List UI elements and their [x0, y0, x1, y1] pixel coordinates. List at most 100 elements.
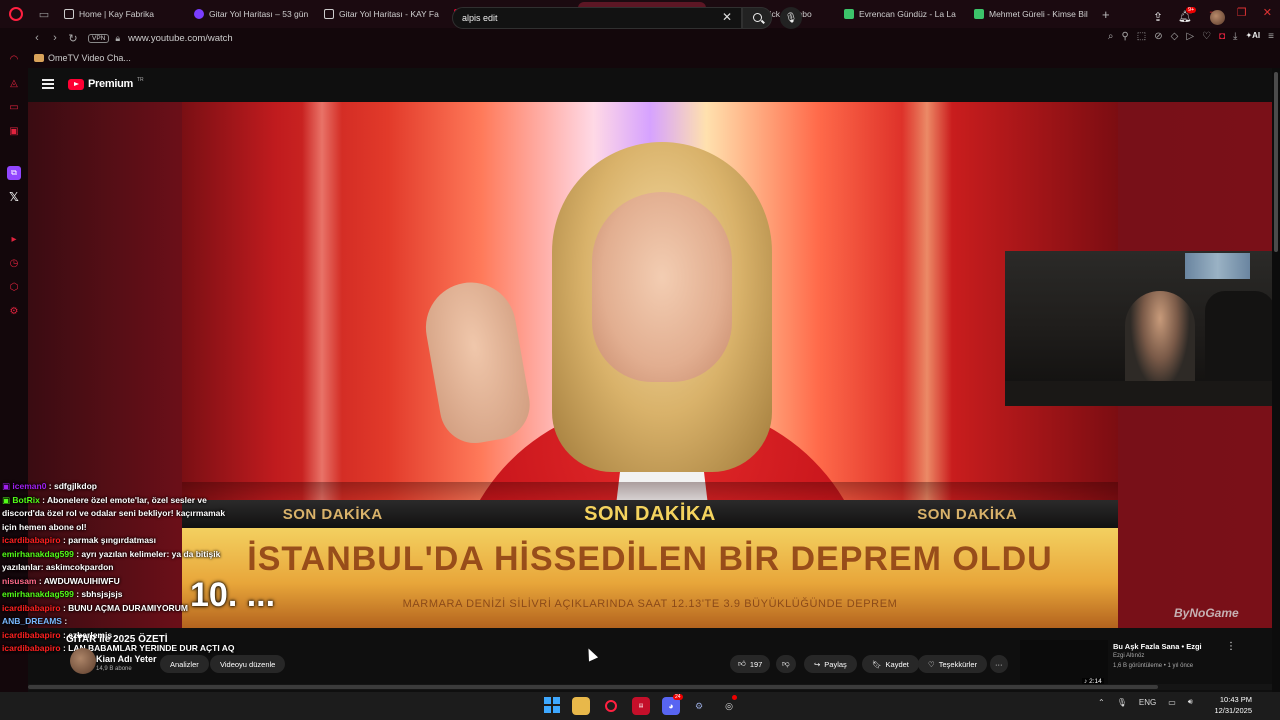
video-player[interactable]: SON DAKİKA SON DAKİKA SON DAKİKA İSTANBU… [182, 102, 1118, 628]
new-tab-button[interactable]: + [1102, 7, 1110, 22]
play-circle-icon[interactable]: ▸ [7, 232, 21, 246]
taskbar-clock[interactable]: 10:43 PM 12/31/2025 [1206, 694, 1252, 716]
recommended-title[interactable]: Bu Aşk Fazla Sana • Ezgi [1113, 642, 1202, 651]
lock-icon[interactable]: 🔒︎ [115, 33, 120, 44]
chat-separator: : [36, 575, 44, 586]
history-icon[interactable]: ◷ [7, 256, 21, 270]
dislike-button[interactable]: 👎︎ [776, 655, 796, 673]
play-icon[interactable]: ▷ [1186, 31, 1194, 42]
chat-username[interactable]: nisusam [2, 576, 37, 586]
browser-tab[interactable]: Gitar Yol Haritası - KAY Fa [318, 2, 446, 26]
browser-tab[interactable]: Mehmet Güreli - Kimse Bil [968, 2, 1096, 26]
upload-icon[interactable]: ⇪ [1153, 10, 1163, 24]
windows-start-button[interactable] [544, 697, 560, 713]
obs-studio-icon[interactable]: ▤ [632, 697, 650, 715]
thanks-button[interactable]: ♡ Teşekkürler [918, 655, 988, 673]
chat-username[interactable]: emirhanakdag599 [2, 589, 74, 599]
search-button[interactable] [742, 7, 772, 29]
save-label: Kaydet [885, 659, 909, 669]
channel-avatar[interactable] [70, 648, 96, 674]
file-explorer-icon[interactable] [572, 697, 590, 715]
bookmark-ometv[interactable]: OmeTV Video Cha... [48, 53, 131, 63]
chat-username[interactable]: BotRix [12, 495, 39, 505]
chat-username[interactable]: icardibabapiro [2, 643, 61, 653]
tab-title: Gitar Yol Haritası – 53 gün [209, 9, 309, 19]
youtube-header: Premium TR [28, 68, 1272, 102]
vpn-badge[interactable]: VPN [88, 33, 110, 43]
stream-chat-overlay: ▣ iceman0 : sdfgjlkdop ▣ BotRix : Abonele… [2, 480, 242, 656]
search-input[interactable] [452, 7, 742, 29]
chat-username[interactable]: icardibabapiro [2, 603, 61, 613]
chat-username[interactable]: icardibabapiro [2, 630, 61, 640]
bag-icon[interactable]: ◘ [1219, 31, 1225, 42]
browser-tab[interactable]: Gitar Yol Haritası – 53 gün [188, 2, 316, 26]
share-button[interactable]: ↪ Paylaş [804, 655, 857, 673]
network-icon[interactable]: ▭ [1168, 698, 1176, 707]
guide-menu-icon[interactable] [42, 79, 54, 89]
clear-search-icon[interactable]: ✕ [722, 10, 732, 24]
snapshot-icon[interactable]: ⬚ [1137, 31, 1146, 42]
youtube-play-icon [68, 78, 84, 90]
zoom-icon[interactable]: ⌕ [1108, 31, 1114, 42]
browser-tab[interactable]: Home | Kay Fabrika [58, 2, 186, 26]
breaking-label-center: SON DAKİKA [584, 502, 716, 525]
microphone-tray-icon[interactable]: 🎙︎ [1117, 698, 1127, 707]
twitch-icon[interactable]: ⧉ [7, 166, 21, 180]
microphone-icon: 🎙︎ [784, 12, 798, 24]
speed-dial-icon[interactable]: ◠ [7, 52, 21, 66]
messenger-icon[interactable]: ▭ [7, 100, 21, 114]
recommended-more-icon[interactable]: ⋮ [1226, 641, 1236, 652]
back-button[interactable]: ‹ [28, 32, 46, 44]
kay-icon [64, 9, 74, 19]
voice-search-button[interactable]: 🎙︎ [780, 7, 802, 29]
edit-video-button[interactable]: Videoyu düzenle [210, 655, 286, 673]
tray-expand-icon[interactable]: ⌃ [1098, 698, 1105, 707]
reload-button[interactable]: ↻ [64, 32, 82, 45]
account-avatar[interactable] [1210, 10, 1225, 25]
save-button[interactable]: 🔖︎ Kaydet [862, 655, 919, 673]
recommended-channel[interactable]: Ezgi Altınöz [1113, 653, 1144, 659]
opera-gx-icon[interactable] [602, 697, 620, 715]
chat-text: sbhsjsjsjs [81, 589, 123, 599]
url-field[interactable]: www.youtube.com/watch [128, 33, 233, 44]
channel-watermark: ByNoGame [1174, 606, 1239, 620]
vertical-scrollbar-thumb[interactable] [1274, 72, 1278, 252]
chat-message: ▣ BotRix : Abonelere özel emote'lar, öze… [2, 494, 242, 535]
workspaces-icon[interactable]: ▭ [32, 0, 56, 28]
forward-button[interactable]: › [46, 32, 64, 44]
menu-icon[interactable]: ≡ [1268, 31, 1274, 42]
steam-icon[interactable]: ⚙ [690, 697, 708, 715]
chat-username[interactable]: ANB_DREAMS [2, 616, 62, 626]
notification-badge: 9+ [1186, 7, 1197, 13]
close-window-button[interactable]: ✕ [1263, 6, 1272, 19]
chat-username[interactable]: emirhanakdag599 [2, 549, 74, 559]
horizontal-scrollbar-thumb[interactable] [28, 685, 1158, 689]
like-button[interactable]: 👍︎ 197 [730, 655, 771, 673]
youtube-region-label: TR [136, 77, 144, 83]
ai-icon[interactable]: ✦AI [1245, 31, 1260, 42]
aria-icon[interactable]: ◬ [7, 76, 21, 90]
maximize-button[interactable]: ❐ [1237, 6, 1247, 19]
channel-name[interactable]: Kian Adı Yeter [96, 654, 157, 664]
chat-username[interactable]: icardibabapiro [2, 535, 61, 545]
cube-icon[interactable]: ◇ [1171, 31, 1179, 42]
pin-icon[interactable]: ⚲ [1121, 31, 1128, 42]
x-twitter-icon[interactable]: 𝕏 [7, 190, 21, 204]
settings-icon[interactable]: ⚙ [7, 304, 21, 318]
analytics-button[interactable]: Analizler [160, 655, 209, 673]
language-indicator[interactable]: ENG [1139, 698, 1156, 707]
browser-tab[interactable]: Evrencan Gündüz - La La [838, 2, 966, 26]
chat-username[interactable]: iceman0 [12, 481, 46, 491]
more-actions-button[interactable]: ··· [990, 655, 1008, 673]
edit-video-label: Videoyu düzenle [220, 659, 276, 669]
chat-text: parmak şıngırdatması [68, 535, 157, 545]
extensions-icon[interactable]: ⬡ [7, 280, 21, 294]
heart-icon[interactable]: ♡ [1202, 31, 1211, 42]
chat-message: emirhanakdag599 : ayrı yazılan kelimeler… [2, 548, 242, 575]
volume-icon[interactable]: 🔊︎ [1188, 697, 1193, 707]
download-icon[interactable]: ⤓ [1233, 31, 1237, 42]
player-icon[interactable]: ▣ [7, 124, 21, 138]
youtube-logo[interactable]: Premium TR [68, 77, 144, 90]
opera-logo-icon[interactable] [0, 0, 32, 28]
adblock-icon[interactable]: ⊘ [1154, 31, 1162, 42]
